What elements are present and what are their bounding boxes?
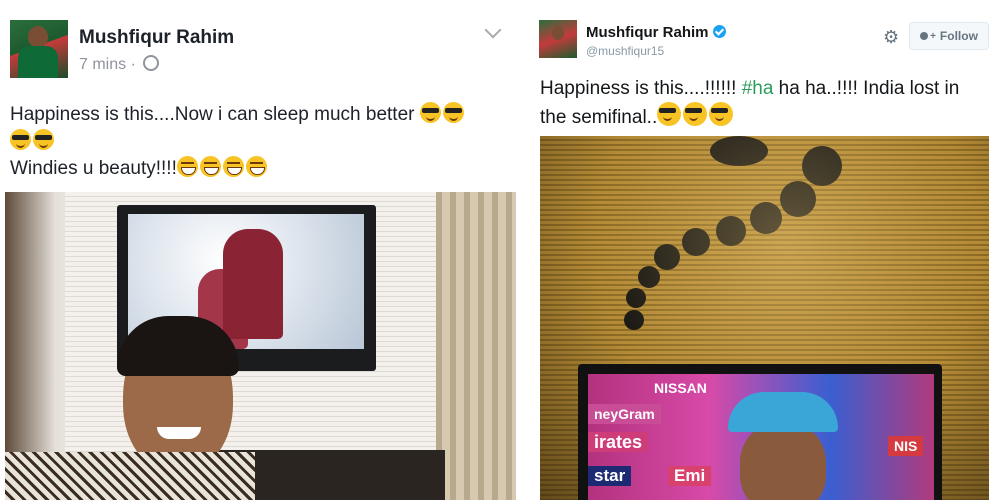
tv-player xyxy=(718,392,848,500)
tv-sponsor-logo: Emi xyxy=(668,466,712,486)
sunglasses-emoji-icon xyxy=(683,102,708,126)
tv-sponsor-logo: NISSAN xyxy=(654,380,707,396)
person-hair xyxy=(117,316,239,376)
gear-icon[interactable]: ⚙ xyxy=(883,28,899,46)
tv-sponsor-logo: neyGram xyxy=(588,404,661,424)
person-shirt xyxy=(5,452,255,500)
avatar-head xyxy=(552,26,564,40)
twitter-post: Mushfiqur Rahim @mushfiqur15 ⚙ + Follow … xyxy=(531,0,1000,500)
selfie-person xyxy=(5,316,255,500)
add-user-icon xyxy=(920,32,929,40)
facebook-post: Mushfiqur Rahim 7 mins · Happiness is th… xyxy=(0,0,516,500)
twitter-author-name[interactable]: Mushfiqur Rahim xyxy=(586,24,726,41)
person-smile xyxy=(157,427,201,439)
avatar-shirt xyxy=(18,46,58,78)
twitter-handle[interactable]: @mushfiqur15 xyxy=(586,44,664,58)
facebook-post-line1: Happiness is this....Now i can sleep muc… xyxy=(10,104,415,125)
tv-sponsor-logo: star xyxy=(588,466,632,486)
globe-icon xyxy=(143,55,160,71)
tv-sponsor-logo: irates xyxy=(588,432,649,452)
facebook-post-photo[interactable] xyxy=(5,192,516,500)
player-face xyxy=(740,422,826,500)
plus-icon: + xyxy=(930,30,936,42)
tweet-photo[interactable]: NISSAN neyGram irates star Emi NIS xyxy=(540,136,989,500)
sunglasses-emoji-icon xyxy=(657,102,682,126)
tv-player xyxy=(223,229,283,339)
curtain xyxy=(436,192,516,500)
tv-sponsor-logo: NIS xyxy=(888,436,924,456)
facebook-avatar[interactable] xyxy=(10,20,68,78)
tv-screen: NISSAN neyGram irates star Emi NIS xyxy=(588,374,934,500)
television: NISSAN neyGram irates star Emi NIS xyxy=(578,364,942,500)
player-cap xyxy=(728,392,838,432)
chevron-down-icon[interactable] xyxy=(484,21,502,39)
twitter-author-name-text: Mushfiqur Rahim xyxy=(586,24,709,41)
facebook-timestamp[interactable]: 7 mins xyxy=(79,56,126,73)
hashtag-link[interactable]: #ha xyxy=(742,78,774,99)
laughing-emoji-icon xyxy=(222,156,244,177)
meta-separator: · xyxy=(130,56,136,73)
follow-button[interactable]: + Follow xyxy=(909,22,989,50)
follow-label: Follow xyxy=(939,29,978,43)
facebook-post-text: Happiness is this....Now i can sleep muc… xyxy=(10,101,510,182)
sunglasses-emoji-icon xyxy=(419,102,441,123)
sunglasses-emoji-icon xyxy=(33,129,54,150)
sunglasses-emoji-icon xyxy=(10,129,31,150)
laughing-emoji-icon xyxy=(245,156,267,177)
sunglasses-emoji-icon xyxy=(709,102,734,126)
sunglasses-emoji-icon xyxy=(442,102,464,123)
facebook-post-line2: Windies u beauty!!!! xyxy=(10,158,177,179)
avatar-head xyxy=(28,26,48,48)
tweet-text: Happiness is this....!!!!!! #ha ha ha..!… xyxy=(540,75,990,131)
tweet-text-before-hashtag: Happiness is this....!!!!!! xyxy=(540,78,742,99)
facebook-post-meta: 7 mins · xyxy=(79,55,160,74)
verified-badge-icon xyxy=(712,25,726,38)
laughing-emoji-icon xyxy=(176,156,198,177)
panel-divider xyxy=(516,0,531,500)
twitter-avatar[interactable] xyxy=(539,20,577,58)
facebook-author-name[interactable]: Mushfiqur Rahim xyxy=(79,27,234,49)
laughing-emoji-icon xyxy=(199,156,221,177)
